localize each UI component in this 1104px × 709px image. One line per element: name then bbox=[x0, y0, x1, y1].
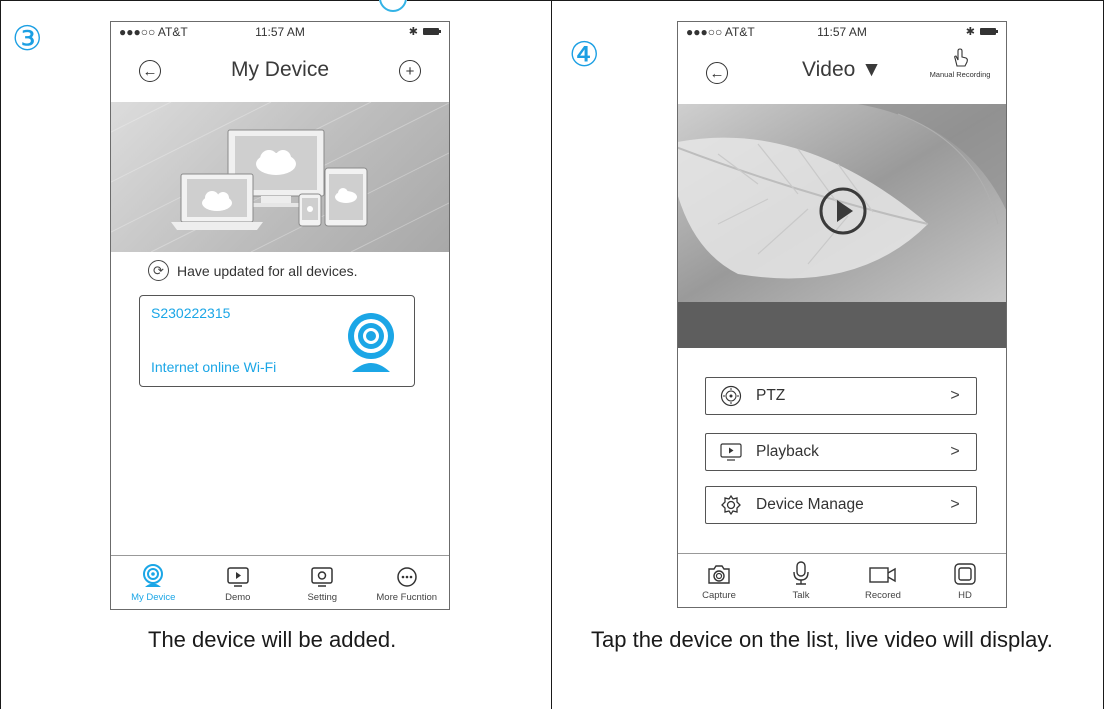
step-number: ④ bbox=[569, 35, 600, 75]
battery-icon bbox=[423, 28, 441, 35]
device-connection-status: Internet online Wi-Fi bbox=[151, 359, 277, 375]
hand-pointer-icon bbox=[954, 48, 968, 67]
manual-recording-label: Manual Recording bbox=[929, 70, 991, 79]
phone-screen-video: ●●●○○ AT&T 11:57 AM ✱ ← Video ▼ Manual R… bbox=[677, 21, 1007, 608]
tab-my-device[interactable]: My Device bbox=[111, 556, 196, 609]
refresh-icon[interactable]: ⟳ bbox=[148, 260, 169, 281]
devices-illustration bbox=[111, 102, 449, 252]
tab-more-function[interactable]: More Fucntion bbox=[365, 556, 450, 609]
status-time: 11:57 AM bbox=[817, 25, 867, 39]
devices-banner-image bbox=[111, 102, 449, 252]
toolbar-label: Recored bbox=[865, 590, 901, 601]
gear-icon bbox=[706, 494, 756, 516]
status-right: ✱ bbox=[408, 25, 441, 38]
update-status-text: Have updated for all devices. bbox=[177, 262, 358, 279]
tab-label: Demo bbox=[225, 592, 251, 603]
microphone-icon bbox=[793, 561, 809, 585]
step-caption: Tap the device on the list, live video w… bbox=[591, 627, 1053, 652]
update-status: ⟳ Have updated for all devices. bbox=[148, 260, 358, 281]
status-time: 11:57 AM bbox=[255, 25, 305, 39]
chevron-right-icon: > bbox=[950, 443, 960, 460]
live-video-view[interactable] bbox=[678, 104, 1006, 302]
tab-label: My Device bbox=[131, 592, 176, 603]
menu-label: Device Manage bbox=[756, 496, 864, 513]
tab-demo[interactable]: Demo bbox=[196, 556, 281, 609]
device-id: S230222315 bbox=[151, 305, 231, 321]
ptz-button[interactable]: PTZ > bbox=[705, 377, 977, 415]
menu-label: Playback bbox=[756, 443, 819, 460]
device-manage-button[interactable]: Device Manage > bbox=[705, 486, 977, 524]
ptz-icon bbox=[706, 385, 756, 407]
video-toolbar: Capture Talk Recored HD bbox=[678, 553, 1006, 607]
playback-icon bbox=[706, 441, 756, 463]
table-border-top-left bbox=[0, 0, 379, 1]
video-camera-icon bbox=[869, 567, 896, 583]
hd-icon bbox=[954, 563, 976, 585]
add-device-button[interactable]: + bbox=[399, 60, 421, 82]
step-caption: The device will be added. bbox=[148, 627, 397, 652]
phone-screen-my-device: ●●●○○ AT&T 11:57 AM ✱ ← My Device + ⟳ Ha… bbox=[110, 21, 450, 610]
leaf-video-frame bbox=[678, 104, 1006, 302]
camera-icon bbox=[143, 564, 164, 587]
menu-label: PTZ bbox=[756, 387, 786, 404]
toolbar-label: HD bbox=[958, 590, 972, 601]
bluetooth-icon: ✱ bbox=[408, 26, 418, 38]
talk-button[interactable]: Talk bbox=[760, 554, 842, 607]
table-border-top-right bbox=[407, 0, 1104, 1]
step-number: ③ bbox=[12, 19, 43, 59]
nav-bar: ← My Device + bbox=[111, 44, 449, 100]
chevron-right-icon: > bbox=[950, 496, 960, 513]
tab-label: Setting bbox=[307, 592, 338, 603]
chevron-right-icon: > bbox=[950, 387, 960, 404]
step-marker-partial bbox=[379, 0, 407, 12]
status-bar: ●●●○○ AT&T 11:57 AM ✱ bbox=[111, 22, 449, 42]
toolbar-label: Capture bbox=[702, 590, 736, 601]
manual-recording-button[interactable]: Manual Recording bbox=[920, 48, 1000, 79]
gear-icon bbox=[311, 567, 333, 587]
capture-button[interactable]: Capture bbox=[678, 554, 760, 607]
bluetooth-icon: ✱ bbox=[965, 26, 975, 38]
video-control-bar bbox=[678, 302, 1006, 348]
playback-button[interactable]: Playback > bbox=[705, 433, 977, 471]
battery-icon bbox=[980, 28, 998, 35]
status-right: ✱ bbox=[965, 25, 998, 38]
plus-icon: + bbox=[405, 62, 415, 80]
device-list-item[interactable]: S230222315 Internet online Wi-Fi bbox=[139, 295, 415, 387]
status-bar: ●●●○○ AT&T 11:57 AM ✱ bbox=[678, 22, 1006, 42]
record-button[interactable]: Recored bbox=[842, 554, 924, 607]
capture-icon bbox=[708, 565, 730, 584]
ip-camera-icon bbox=[348, 313, 394, 372]
nav-bar: ← Video ▼ Manual Recording bbox=[678, 44, 1006, 100]
more-icon bbox=[397, 567, 417, 587]
hd-button[interactable]: HD bbox=[924, 554, 1006, 607]
play-icon bbox=[227, 567, 249, 587]
tab-setting[interactable]: Setting bbox=[280, 556, 365, 609]
tab-label: More Fucntion bbox=[376, 592, 438, 603]
table-border-left bbox=[0, 0, 1, 709]
toolbar-label: Talk bbox=[792, 590, 810, 601]
table-divider bbox=[551, 0, 552, 709]
bottom-tab-bar: My Device Demo Setting More Fucntion bbox=[111, 555, 449, 609]
